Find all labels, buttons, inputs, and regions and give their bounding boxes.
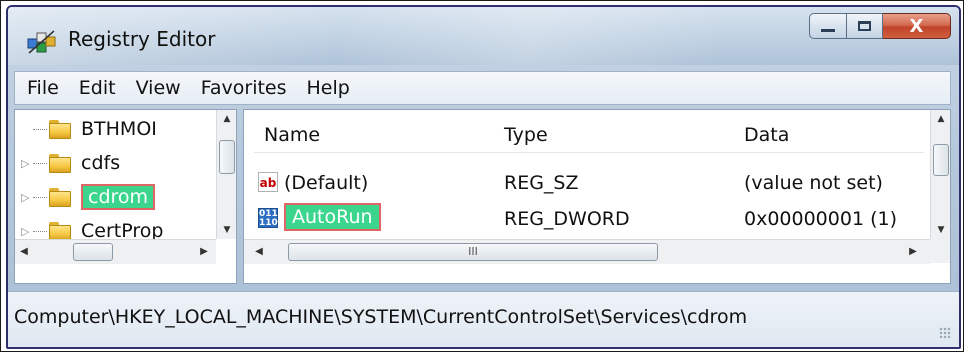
value-row-autorun[interactable]: 011 110 AutoRun REG_DWORD 0x00000001 (1) — [244, 203, 924, 234]
tree-hscroll-thumb[interactable] — [73, 243, 113, 261]
tree-item-cdrom[interactable]: ▷ cdrom — [15, 182, 156, 212]
values-list-pane[interactable]: Name Type Data ab (Default) REG_SZ (valu… — [243, 109, 951, 284]
menu-file[interactable]: File — [21, 77, 65, 99]
scroll-down-icon[interactable]: ▼ — [931, 221, 950, 239]
value-type: REG_DWORD — [504, 208, 630, 230]
expand-arrow-icon[interactable]: ▷ — [21, 225, 33, 238]
header-divider — [254, 152, 924, 153]
maximize-button[interactable] — [847, 13, 883, 39]
tree-vscroll-thumb[interactable] — [219, 140, 235, 174]
minimize-button[interactable] — [809, 13, 847, 39]
value-data: 0x00000001 (1) — [744, 208, 897, 230]
key-tree-pane[interactable]: BTHMOI ▷ cdfs ▷ cdrom ▷ CertProp ▲ ▼ ◀ ▶ — [14, 109, 237, 284]
tree-connector — [33, 230, 47, 232]
tree-horizontal-scrollbar[interactable]: ◀ ▶ — [15, 239, 216, 264]
close-button[interactable]: X — [883, 13, 951, 39]
current-key-path: Computer\HKEY_LOCAL_MACHINE\SYSTEM\Curre… — [14, 306, 748, 328]
tree-item-bthmoi[interactable]: BTHMOI — [15, 114, 157, 144]
folder-icon — [49, 186, 73, 208]
resize-grip-icon[interactable] — [939, 327, 951, 339]
status-bar: Computer\HKEY_LOCAL_MACHINE\SYSTEM\Curre… — [8, 291, 959, 347]
tree-connector — [33, 196, 47, 198]
scroll-right-icon[interactable]: ▶ — [195, 240, 213, 264]
caption-buttons: X — [809, 13, 951, 41]
image-frame: Registry Editor X File Edit View Favorit… — [0, 0, 964, 352]
tree-vertical-scrollbar[interactable]: ▲ ▼ — [216, 110, 236, 239]
string-value-icon: ab — [258, 172, 278, 192]
menu-view[interactable]: View — [130, 77, 187, 99]
value-type: REG_SZ — [504, 172, 579, 194]
list-hscroll-thumb[interactable]: III — [288, 243, 658, 261]
scroll-corner — [930, 239, 950, 263]
close-icon: X — [909, 15, 924, 37]
menu-bar: File Edit View Favorites Help — [14, 71, 951, 105]
registry-editor-window: Registry Editor X File Edit View Favorit… — [6, 5, 961, 349]
scroll-up-icon[interactable]: ▲ — [931, 110, 950, 128]
scroll-up-icon[interactable]: ▲ — [217, 110, 236, 128]
binary-value-icon: 011 110 — [258, 208, 278, 228]
list-horizontal-scrollbar[interactable]: ◀ III ▶ — [244, 239, 930, 264]
tree-connector — [33, 128, 47, 130]
scroll-right-icon[interactable]: ▶ — [904, 240, 922, 264]
list-vertical-scrollbar[interactable]: ▲ ▼ — [930, 110, 950, 239]
title-bar[interactable]: Registry Editor X — [8, 7, 959, 65]
tree-item-label: cdfs — [81, 152, 121, 174]
value-name-selected: AutoRun — [284, 203, 381, 231]
column-header-data[interactable]: Data — [744, 124, 789, 146]
value-name: (Default) — [284, 172, 369, 194]
window-title: Registry Editor — [68, 27, 216, 51]
menu-help[interactable]: Help — [301, 77, 356, 99]
value-data: (value not set) — [744, 172, 883, 194]
menu-favorites[interactable]: Favorites — [195, 77, 293, 99]
column-header-type[interactable]: Type — [504, 124, 548, 146]
scroll-grip-icon: III — [468, 245, 478, 258]
tree-connector — [33, 162, 47, 164]
tree-item-cdfs[interactable]: ▷ cdfs — [15, 148, 120, 178]
list-vscroll-thumb[interactable] — [933, 144, 949, 176]
tree-item-label: BTHMOI — [81, 118, 157, 140]
expand-arrow-icon[interactable]: ▷ — [21, 157, 33, 170]
scroll-left-icon[interactable]: ◀ — [15, 240, 33, 264]
registry-editor-icon — [27, 30, 56, 54]
scroll-down-icon[interactable]: ▼ — [217, 221, 236, 239]
column-header-name[interactable]: Name — [264, 124, 320, 146]
maximize-icon — [858, 21, 871, 31]
scroll-left-icon[interactable]: ◀ — [250, 240, 268, 264]
tree-item-label-selected: cdrom — [81, 184, 156, 210]
menu-edit[interactable]: Edit — [73, 77, 122, 99]
folder-icon — [49, 118, 73, 140]
value-row-default[interactable]: ab (Default) REG_SZ (value not set) — [244, 168, 924, 198]
expand-arrow-icon[interactable]: ▷ — [21, 191, 33, 204]
folder-icon — [49, 152, 73, 174]
minimize-icon — [821, 28, 835, 32]
